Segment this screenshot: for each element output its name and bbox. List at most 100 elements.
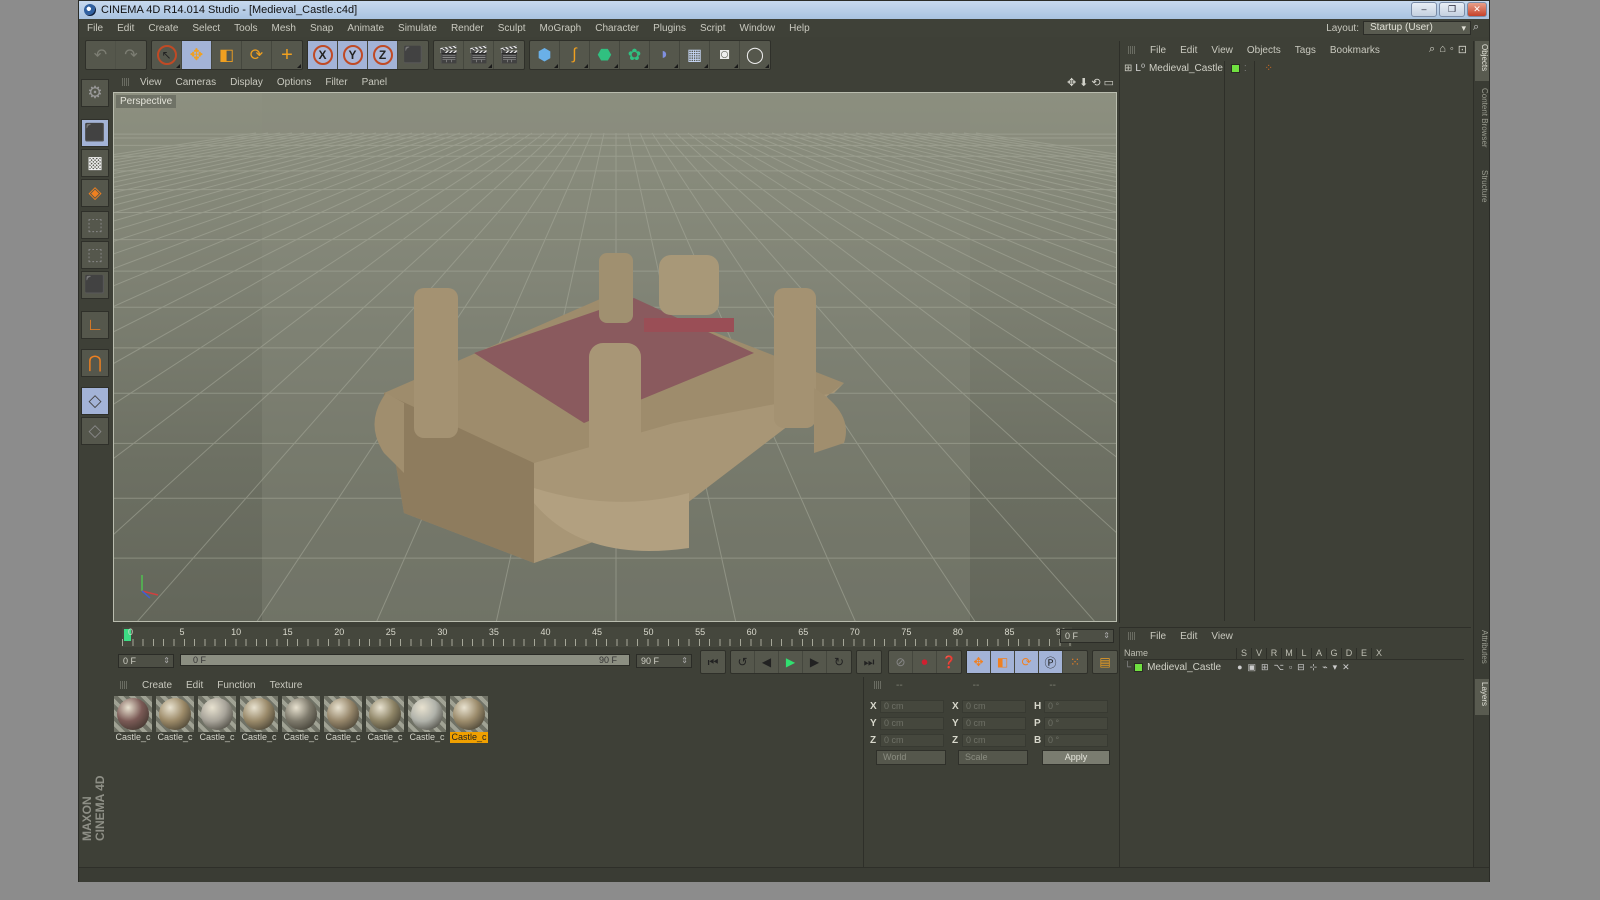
material-swatch[interactable]: Castle_c [324,696,362,743]
close-button[interactable]: ✕ [1467,2,1487,17]
menu-simulate[interactable]: Simulate [398,23,437,34]
menu-edit[interactable]: Edit [117,23,134,34]
key-pla-icon[interactable]: ⁙ [1063,651,1087,673]
key-parameter-icon[interactable]: Ⓟ [1039,651,1063,673]
timeline-ruler[interactable]: 051015202530354045505560657075808590 [122,627,1072,647]
play-icon[interactable]: ▶ [779,651,803,673]
viewport-menu-panel[interactable]: Panel [362,77,388,88]
lock-workplane-icon[interactable]: ◇ [81,387,109,415]
menu-help[interactable]: Help [789,23,810,34]
previous-key-icon[interactable]: ↺ [731,651,755,673]
position-field[interactable]: 0 cm [880,733,944,747]
nurbs-generator-icon[interactable]: ⬣ [590,41,620,69]
object-row[interactable]: ⊞ L⁰ Medieval_Castle ⁚ ⁘ [1124,63,1273,74]
panel-grip-icon[interactable] [1128,632,1136,640]
material-preview[interactable] [324,696,362,732]
material-swatch[interactable]: Castle_c [198,696,236,743]
layer-row[interactable]: └ Medieval_Castle ●▣⊞⌥▫⊟⊹⌁▾✕ [1124,662,1355,673]
material-swatch[interactable]: Castle_c [282,696,320,743]
tab-content-browser[interactable]: Content Browser [1475,85,1489,161]
object-name[interactable]: Medieval_Castle [1149,63,1225,74]
render-settings-icon[interactable]: 🎬 [494,41,524,69]
layer-column-g[interactable]: G [1326,648,1341,659]
cube-primitive-icon[interactable]: ⬢ [530,41,560,69]
z-axis-lock-icon[interactable]: Z [368,41,398,69]
autokey-icon[interactable]: ⊘ [889,651,913,673]
next-frame-icon[interactable]: ▶ [803,651,827,673]
material-preview[interactable] [408,696,446,732]
material-name[interactable]: Castle_c [240,732,278,743]
render-picture-viewer-icon[interactable]: 🎬 [464,41,494,69]
menu-sculpt[interactable]: Sculpt [498,23,526,34]
material-preview[interactable] [282,696,320,732]
y-axis-lock-icon[interactable]: Y [338,41,368,69]
material-name[interactable]: Castle_c [282,732,320,743]
points-mode-icon[interactable]: ⬚ [81,211,109,239]
material-swatch[interactable]: Castle_c [366,696,404,743]
material-menu-texture[interactable]: Texture [270,680,303,691]
viewport-menu-display[interactable]: Display [230,77,263,88]
size-field[interactable]: 0 cm [962,733,1026,747]
magnet-snap-icon[interactable]: ⋂ [81,349,109,377]
viewport-menu-view[interactable]: View [140,77,162,88]
rotation-field[interactable]: 0 ° [1044,733,1108,747]
layer-column-d[interactable]: D [1341,648,1356,659]
name-column-header[interactable]: Name [1124,648,1236,659]
floor-environment-icon[interactable]: ▦ [680,41,710,69]
current-frame-field[interactable]: 0 F [1060,629,1114,643]
material-preview[interactable] [198,696,236,732]
material-name[interactable]: Castle_c [366,732,404,743]
layer-menu-file[interactable]: File [1150,631,1166,642]
planar-workplane-icon[interactable]: ◇ [81,417,109,445]
viewport-menu-filter[interactable]: Filter [325,77,347,88]
go-to-start-icon[interactable]: ⏮ [701,651,725,673]
layer-flags-icons[interactable]: ●▣⊞⌥▫⊟⊹⌁▾✕ [1237,662,1355,673]
size-field[interactable]: 0 cm [962,699,1026,713]
viewport-camera-label[interactable]: Perspective [116,95,177,108]
undo-icon[interactable]: ↶ [86,41,116,69]
spline-pen-icon[interactable]: ∫ [560,41,590,69]
object-menu-objects[interactable]: Objects [1247,45,1281,56]
pan-icon[interactable]: ✥ [1067,76,1076,89]
layer-column-m[interactable]: M [1281,648,1296,659]
viewport-menu-options[interactable]: Options [277,77,311,88]
axis-mode-icon[interactable]: ∟ [81,311,109,339]
material-swatch[interactable]: Castle_c [408,696,446,743]
rotation-field[interactable]: 0 ° [1044,716,1108,730]
menu-plugins[interactable]: Plugins [653,23,686,34]
menu-create[interactable]: Create [148,23,178,34]
model-mode-icon[interactable]: ⬛ [81,119,109,147]
material-menu-function[interactable]: Function [217,680,255,691]
edges-mode-icon[interactable]: ⬚ [81,241,109,269]
start-frame-field[interactable]: 0 F [118,654,174,668]
previous-frame-icon[interactable]: ◀ [755,651,779,673]
size-field[interactable]: 0 cm [962,716,1026,730]
position-field[interactable]: 0 cm [880,699,944,713]
object-menu-bookmarks[interactable]: Bookmarks [1330,45,1380,56]
object-menu-file[interactable]: File [1150,45,1166,56]
new-window-icon[interactable]: ⊡ [1458,43,1467,56]
key-scale-icon[interactable]: ◧ [991,651,1015,673]
redo-icon[interactable]: ↷ [116,41,146,69]
perspective-viewport[interactable]: Perspective [113,92,1117,622]
keyframe-help-icon[interactable]: ❓ [937,651,961,673]
move-icon[interactable]: ✥ [182,41,212,69]
coordinate-mode-dropdown[interactable]: World [876,750,946,765]
menu-mesh[interactable]: Mesh [272,23,296,34]
go-to-end-icon[interactable]: ⏭ [857,651,881,673]
menu-window[interactable]: Window [740,23,776,34]
layer-column-e[interactable]: E [1356,648,1371,659]
visibility-dots-icon[interactable]: ⁚ [1244,64,1247,73]
menu-select[interactable]: Select [192,23,220,34]
next-key-icon[interactable]: ↻ [827,651,851,673]
maximize-view-icon[interactable]: ▭ [1104,76,1114,89]
material-preview[interactable] [240,696,278,732]
rotate-icon[interactable]: ⟳ [242,41,272,69]
expand-icon[interactable]: ⊞ [1124,63,1132,74]
layer-column-r[interactable]: R [1266,648,1281,659]
material-name[interactable]: Castle_c [324,732,362,743]
menu-render[interactable]: Render [451,23,484,34]
layer-menu-edit[interactable]: Edit [1180,631,1197,642]
panel-grip-icon[interactable] [1128,46,1136,54]
material-preview[interactable] [366,696,404,732]
